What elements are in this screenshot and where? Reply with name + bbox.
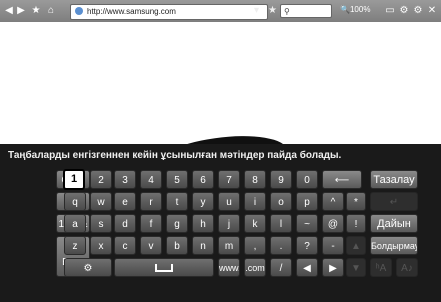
globe-icon	[75, 7, 83, 15]
key-slash[interactable]: /	[270, 258, 292, 277]
left-arrow-key[interactable]: ◀	[296, 258, 318, 277]
key-w[interactable]: w	[90, 192, 112, 211]
key-l[interactable]: l	[270, 214, 292, 233]
close-icon[interactable]: ✕	[426, 5, 438, 17]
bookmark-icon[interactable]: ▾	[254, 5, 259, 16]
enter-key: ↵	[370, 192, 418, 211]
space-key[interactable]	[114, 258, 214, 277]
key-s[interactable]: s	[90, 214, 112, 233]
key-d[interactable]: d	[114, 214, 136, 233]
key-n[interactable]: n	[192, 236, 214, 255]
key-at[interactable]: @	[322, 214, 344, 233]
key-1[interactable]: 1	[63, 169, 85, 190]
key-question[interactable]: ?	[296, 236, 318, 255]
www-key[interactable]: www.	[218, 258, 240, 277]
key-comma[interactable]: ,	[244, 236, 266, 255]
key-z[interactable]: z	[64, 236, 86, 255]
keyboard-hint: Таңбаларды енгізгеннен кейін ұсынылған м…	[8, 150, 342, 161]
right-arrow-key[interactable]: ▶	[322, 258, 344, 277]
key-i[interactable]: i	[244, 192, 266, 211]
com-key[interactable]: .com	[244, 258, 266, 277]
key-u[interactable]: u	[218, 192, 240, 211]
cancel-button[interactable]: Болдырмау	[370, 236, 418, 255]
key-g[interactable]: g	[166, 214, 188, 233]
zoom-level[interactable]: 🔍100%	[340, 5, 370, 14]
settings-icon[interactable]: ⚙	[398, 5, 410, 17]
favorites-icon[interactable]: ⌂	[45, 5, 57, 17]
key-f[interactable]: f	[140, 214, 162, 233]
key-h[interactable]: h	[192, 214, 214, 233]
key-r[interactable]: r	[140, 192, 162, 211]
key-v[interactable]: v	[140, 236, 162, 255]
down-key: ▼	[346, 258, 366, 277]
up-key: ▲	[346, 236, 366, 255]
key-asterisk[interactable]: *	[346, 192, 366, 211]
key-8[interactable]: 8	[244, 170, 266, 189]
key-9[interactable]: 9	[270, 170, 292, 189]
url-text: http://www.samsung.com	[87, 7, 176, 16]
key-t[interactable]: t	[166, 192, 188, 211]
star-icon[interactable]: ★	[268, 5, 277, 16]
settings-key[interactable]: ⚙	[64, 258, 112, 277]
search-field[interactable]: ⚲	[280, 4, 332, 18]
key-2[interactable]: 2	[90, 170, 112, 189]
url-field[interactable]: http://www.samsung.com	[70, 4, 268, 20]
key-p[interactable]: p	[296, 192, 318, 211]
key-e[interactable]: e	[114, 192, 136, 211]
clear-button[interactable]: Тазалау	[370, 170, 418, 189]
browser-toolbar: ◀ ▶ ★ ⌂ http://www.samsung.com ▾ ★ ⚲ 🔍10…	[0, 0, 441, 22]
key-k[interactable]: k	[244, 214, 266, 233]
zoom-value: 100%	[349, 5, 371, 14]
backspace-key[interactable]: ⟵	[322, 170, 362, 189]
key-caret[interactable]: ^	[322, 192, 344, 211]
key-5[interactable]: 5	[166, 170, 188, 189]
window-icon[interactable]: ▭	[384, 5, 396, 17]
key-j[interactable]: j	[218, 214, 240, 233]
key-y[interactable]: y	[192, 192, 214, 211]
key-exclamation[interactable]: !	[346, 214, 366, 233]
key-4[interactable]: 4	[140, 170, 162, 189]
key-dash[interactable]: -	[322, 236, 344, 255]
key-x[interactable]: x	[90, 236, 112, 255]
key-b[interactable]: b	[166, 236, 188, 255]
key-o[interactable]: o	[270, 192, 292, 211]
back-icon[interactable]: ◀	[3, 5, 15, 17]
ab-key: A♪	[396, 258, 418, 277]
on-screen-keyboard: Таңбаларды енгізгеннен кейін ұсынылған м…	[0, 144, 441, 302]
key-tilde[interactable]: ~	[296, 214, 318, 233]
key-7[interactable]: 7	[218, 170, 240, 189]
key-m[interactable]: m	[218, 236, 240, 255]
home-icon[interactable]: ★	[30, 5, 42, 17]
key-c[interactable]: c	[114, 236, 136, 255]
key-period[interactable]: .	[270, 236, 292, 255]
key-a[interactable]: a	[64, 214, 86, 233]
key-q[interactable]: q	[64, 192, 86, 211]
tools-icon[interactable]: ⚙	[412, 5, 424, 17]
search-icon: ⚲	[284, 7, 290, 16]
key-3[interactable]: 3	[114, 170, 136, 189]
forward-icon[interactable]: ▶	[15, 5, 27, 17]
done-button[interactable]: Дайын	[370, 214, 418, 233]
key-6[interactable]: 6	[192, 170, 214, 189]
space-icon	[155, 264, 173, 273]
key-0[interactable]: 0	[296, 170, 318, 189]
hanja-key: ʰA	[370, 258, 392, 277]
